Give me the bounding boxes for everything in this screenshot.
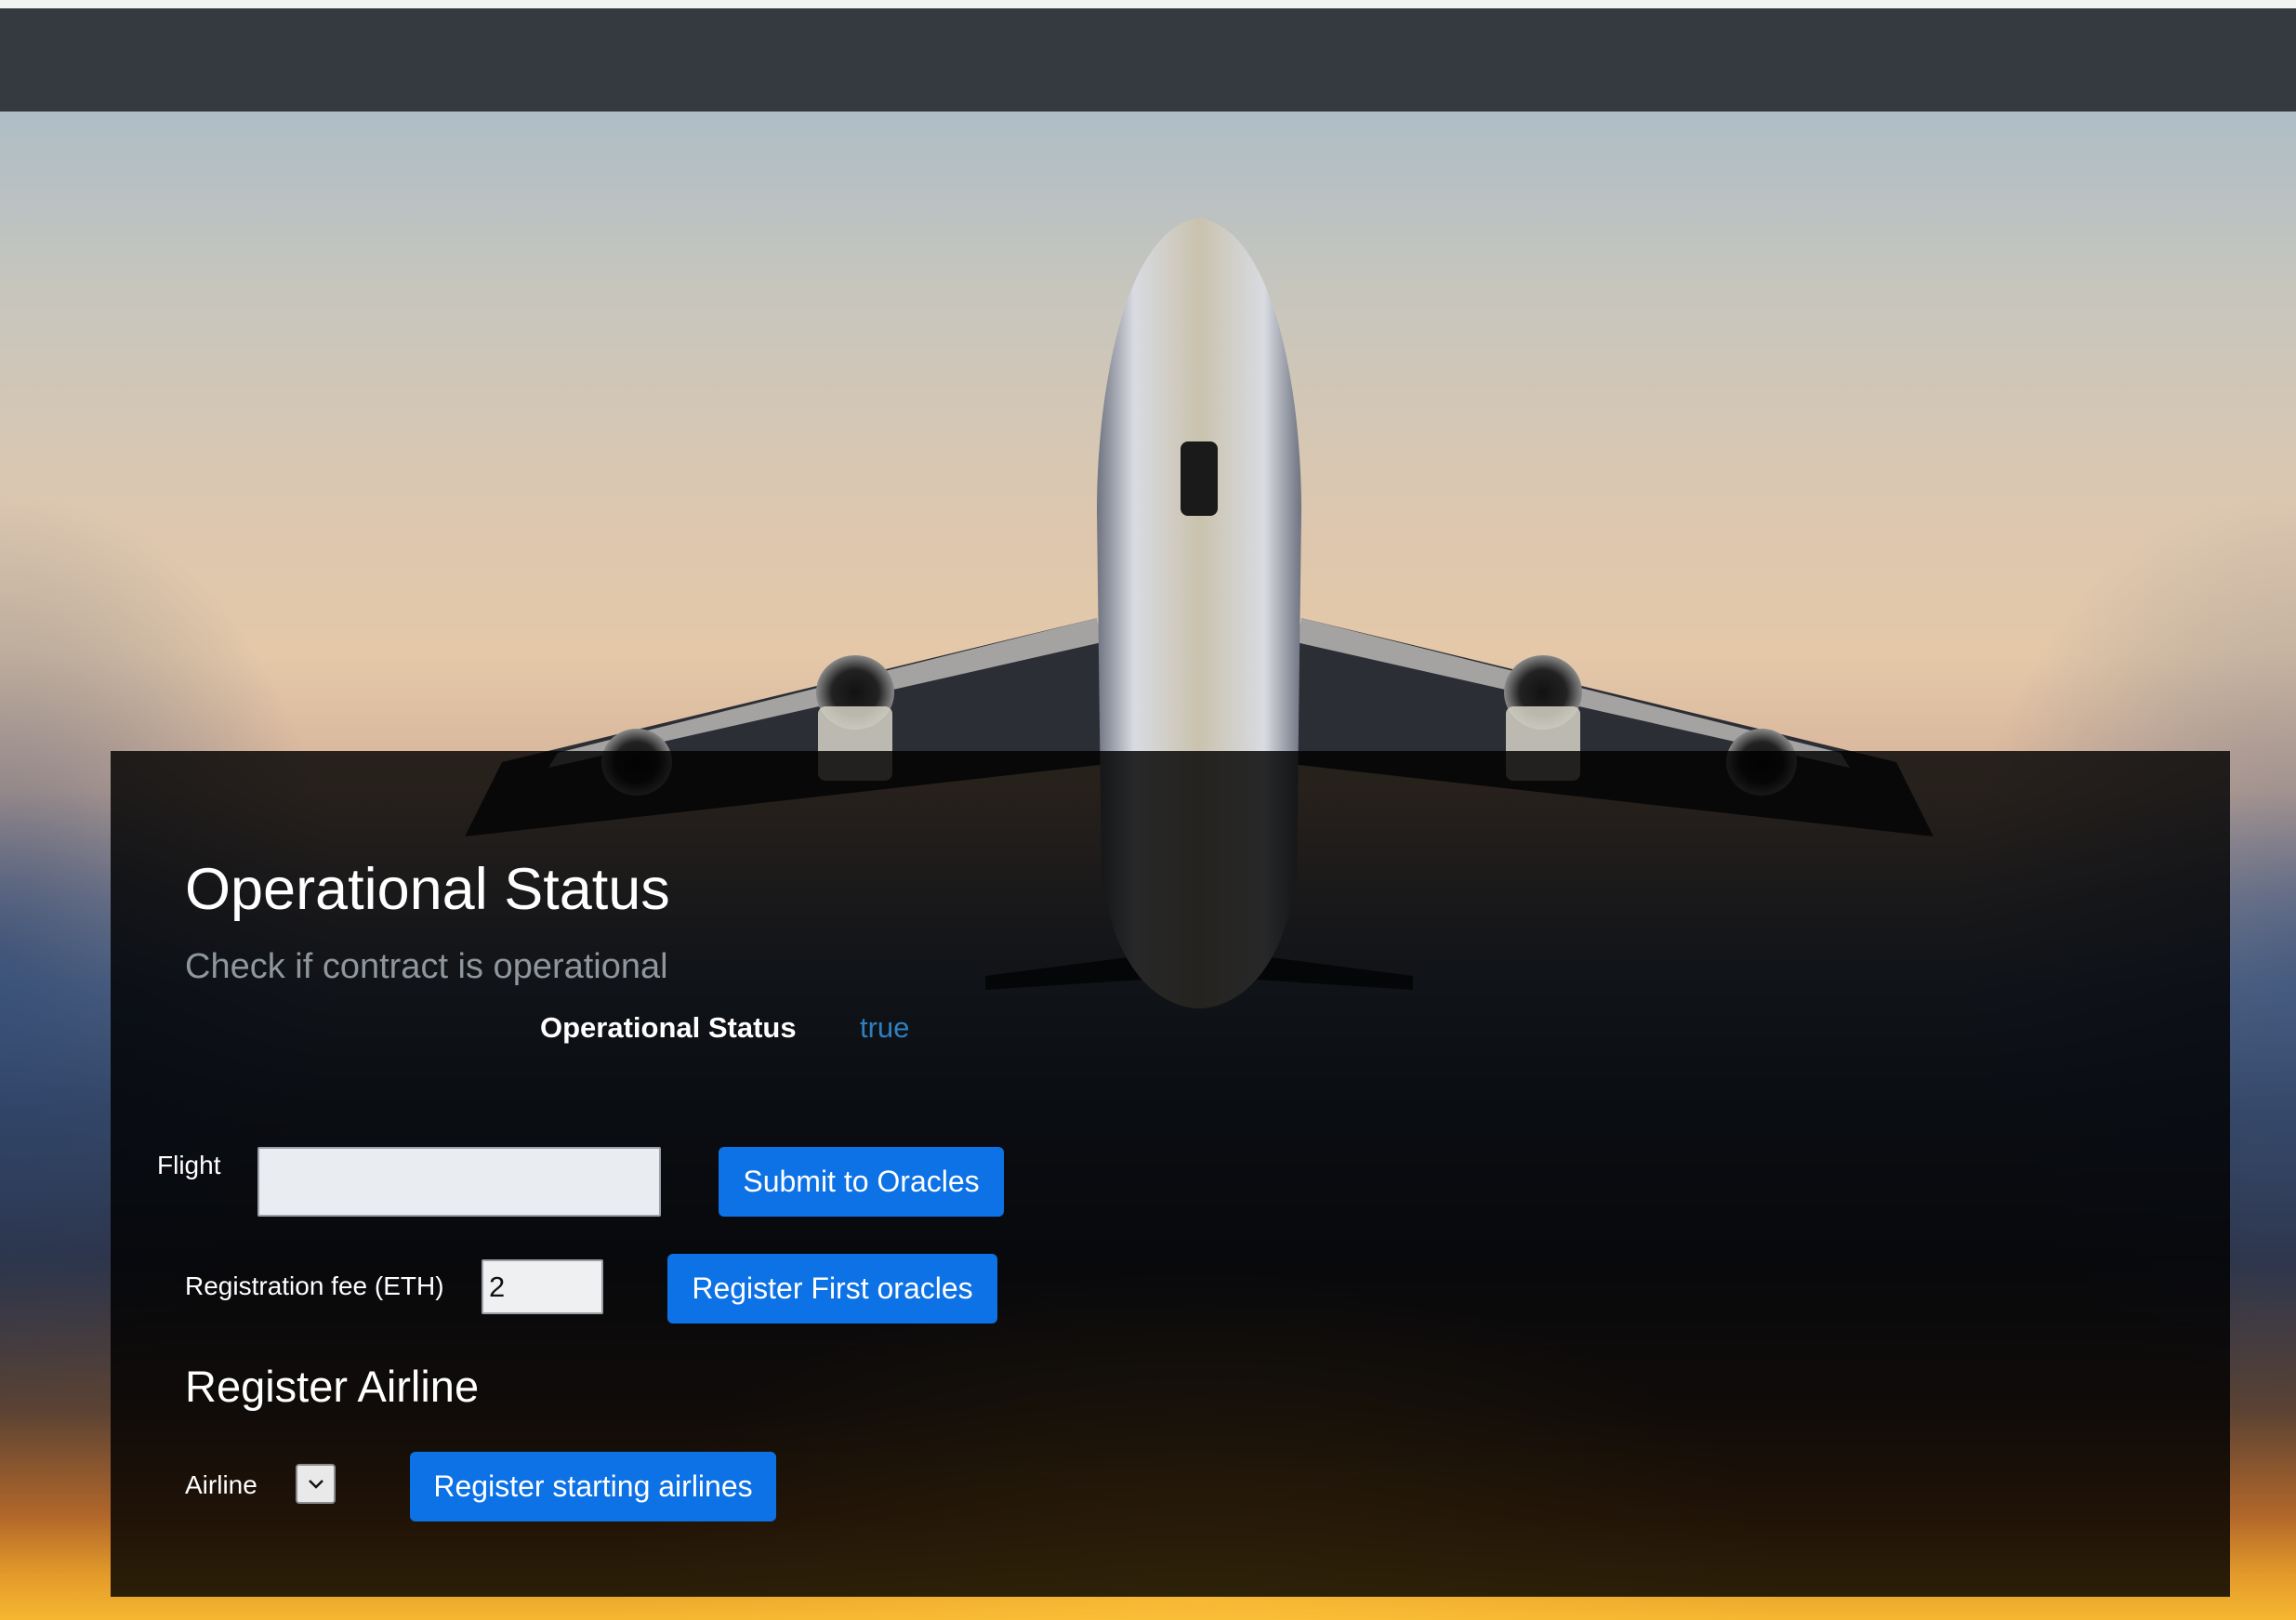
top-border <box>0 0 2296 8</box>
registration-fee-label: Registration fee (ETH) <box>185 1271 444 1300</box>
content-panel: Operational Status Check if contract is … <box>111 751 2230 1597</box>
register-first-oracles-button[interactable]: Register First oracles <box>667 1254 997 1324</box>
airline-select[interactable] <box>296 1464 336 1504</box>
airline-label: Airline <box>185 1470 257 1499</box>
register-airline-heading: Register Airline <box>185 1362 480 1411</box>
register-starting-airlines-button[interactable]: Register starting airlines <box>410 1452 776 1521</box>
flight-input[interactable] <box>257 1147 661 1217</box>
navbar <box>0 8 2296 112</box>
page-subtitle: Check if contract is operational <box>185 947 668 986</box>
status-label: Operational Status <box>540 1011 797 1044</box>
page-title: Operational Status <box>185 857 670 922</box>
registration-fee-input[interactable] <box>482 1259 603 1314</box>
status-value: true <box>860 1011 910 1044</box>
chevron-down-icon <box>308 1479 323 1489</box>
submit-to-oracles-button[interactable]: Submit to Oracles <box>719 1147 1004 1217</box>
flight-label: Flight <box>157 1151 221 1179</box>
